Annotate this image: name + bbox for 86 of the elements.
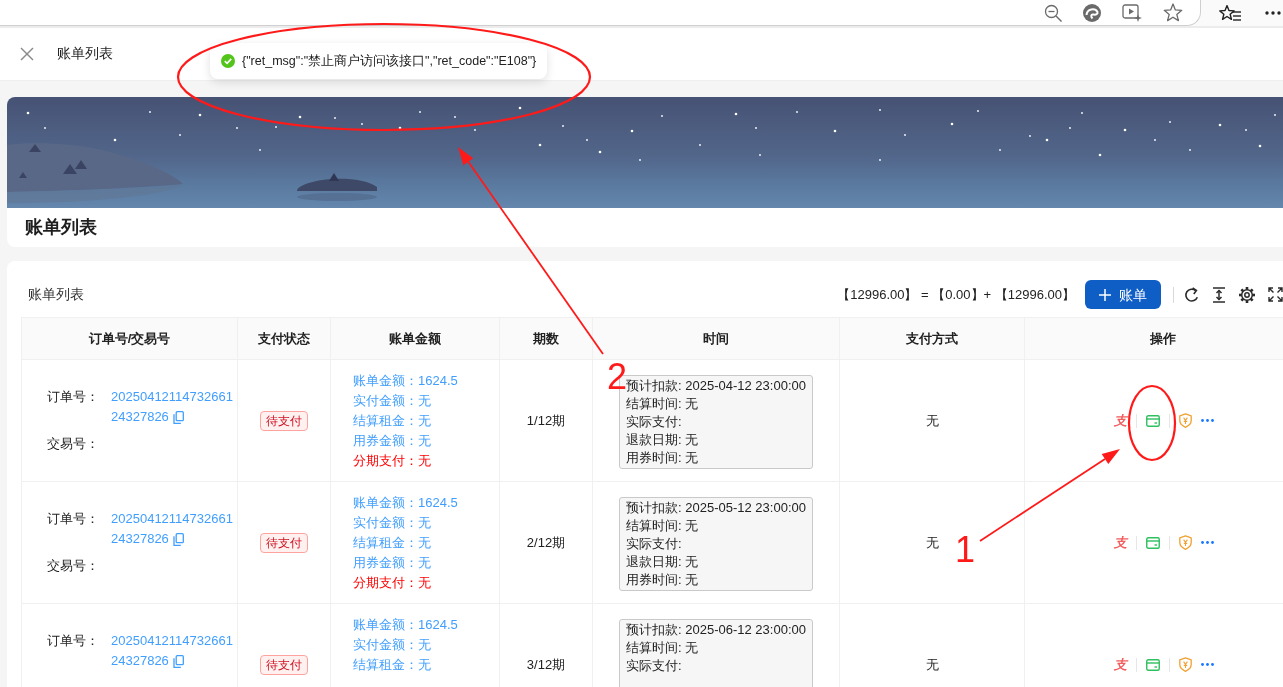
more-icon[interactable] bbox=[1265, 11, 1281, 15]
shield-yen-icon[interactable] bbox=[1178, 535, 1192, 550]
amount-text: 实付金额：无 bbox=[353, 392, 432, 410]
amount-text: 用券金额：无 bbox=[353, 432, 432, 450]
card-icon[interactable] bbox=[1145, 536, 1160, 549]
status-tag: 待支付 bbox=[260, 654, 308, 675]
settings-icon[interactable] bbox=[1238, 285, 1256, 304]
zoom-out-icon[interactable] bbox=[1044, 3, 1062, 22]
close-icon[interactable] bbox=[20, 47, 34, 61]
section-title: 账单列表 bbox=[28, 285, 84, 304]
plus-icon bbox=[1099, 288, 1111, 301]
trade-number-label: 交易号： bbox=[47, 557, 100, 575]
amount-text: 实付金额：无 bbox=[353, 636, 432, 654]
trade-number-label: 交易号： bbox=[47, 435, 100, 453]
page-title: 账单列表 bbox=[24, 216, 98, 239]
shield-yen-icon[interactable] bbox=[1178, 413, 1192, 428]
success-icon bbox=[221, 54, 235, 68]
order-number: 20250412114732661 bbox=[111, 510, 233, 528]
period-text: 3/12期 bbox=[526, 656, 566, 672]
order-number: 24327826 bbox=[111, 408, 169, 426]
pay-link[interactable]: 支 bbox=[1113, 412, 1127, 429]
amount-text: 分期支付：无 bbox=[353, 452, 432, 470]
order-number-label: 订单号： bbox=[47, 632, 100, 650]
time-text: 结算时间: 无 bbox=[626, 517, 700, 535]
payment-method-text: 无 bbox=[925, 656, 939, 672]
order-number: 20250412114732661 bbox=[111, 632, 233, 650]
swirl-icon[interactable] bbox=[1083, 3, 1101, 22]
annotation-number: 1 bbox=[955, 529, 976, 570]
order-number: 24327826 bbox=[111, 530, 169, 548]
time-text: 预计扣款: 2025-04-12 23:00:00 bbox=[626, 377, 806, 395]
time-text: 结算时间: 无 bbox=[626, 395, 700, 413]
amount-summary: 【12996.00】 = 【0.00】+ 【12996.00】 bbox=[837, 285, 1075, 304]
star-icon[interactable] bbox=[1163, 3, 1183, 22]
fullscreen-icon[interactable] bbox=[1268, 287, 1283, 302]
column-header: 期数 bbox=[499, 317, 593, 360]
card-icon[interactable] bbox=[1145, 414, 1160, 427]
time-text: 退款日期: 无 bbox=[626, 431, 700, 449]
play-sparkle-icon[interactable] bbox=[1122, 3, 1142, 22]
payment-method-text: 无 bbox=[925, 534, 939, 550]
copy-icon[interactable] bbox=[172, 532, 184, 546]
amount-text: 结算租金：无 bbox=[353, 534, 432, 552]
time-text: 用券时间: 无 bbox=[626, 449, 700, 467]
period-text: 1/12期 bbox=[526, 412, 566, 428]
time-text: 退款日期: 无 bbox=[626, 553, 700, 571]
order-number-label: 订单号： bbox=[47, 510, 100, 528]
amount-text: 分期支付：无 bbox=[353, 574, 432, 592]
column-header: 支付方式 bbox=[839, 317, 1025, 360]
column-header: 账单金额 bbox=[330, 317, 500, 360]
payment-method-text: 无 bbox=[925, 412, 939, 428]
period-text: 2/12期 bbox=[526, 534, 566, 550]
amount-text: 账单金额：1624.5 bbox=[353, 616, 459, 634]
column-header: 支付状态 bbox=[237, 317, 331, 360]
card-icon[interactable] bbox=[1145, 658, 1160, 671]
column-height-icon[interactable] bbox=[1212, 286, 1226, 303]
amount-text: 结算租金：无 bbox=[353, 412, 432, 430]
shield-yen-icon[interactable] bbox=[1178, 657, 1192, 672]
time-text: 预计扣款: 2025-05-12 23:00:00 bbox=[626, 499, 806, 517]
pay-link[interactable]: 支 bbox=[1113, 534, 1127, 551]
column-header: 时间 bbox=[592, 317, 840, 360]
column-header: 订单号/交易号 bbox=[21, 317, 238, 360]
time-text: 实际支付: bbox=[626, 413, 683, 431]
page-tab[interactable]: 账单列表 bbox=[57, 45, 113, 63]
amount-text: 账单金额：1624.5 bbox=[353, 494, 459, 512]
status-tag: 待支付 bbox=[260, 532, 308, 553]
order-number: 24327826 bbox=[111, 652, 169, 670]
time-text: 预计扣款: 2025-06-12 23:00:00 bbox=[626, 621, 806, 639]
toast-text: {"ret_msg":"禁止商户访问该接口","ret_code":"E108"} bbox=[242, 53, 537, 70]
column-header: 操作 bbox=[1024, 317, 1283, 360]
time-text: 实际支付: bbox=[626, 535, 683, 553]
order-number-label: 订单号： bbox=[47, 388, 100, 406]
amount-text: 账单金额：1624.5 bbox=[353, 372, 459, 390]
order-number: 20250412114732661 bbox=[111, 388, 233, 406]
status-tag: 待支付 bbox=[260, 410, 308, 431]
time-text: 结算时间: 无 bbox=[626, 639, 700, 657]
reload-icon[interactable] bbox=[1184, 286, 1200, 303]
amount-text: 用券金额：无 bbox=[353, 554, 432, 572]
star-list-icon[interactable] bbox=[1219, 4, 1241, 22]
amount-text: 实付金额：无 bbox=[353, 514, 432, 532]
copy-icon[interactable] bbox=[172, 410, 184, 424]
time-text: 用券时间: 无 bbox=[626, 571, 700, 589]
address-bar[interactable] bbox=[0, 0, 1201, 26]
amount-text: 结算租金：无 bbox=[353, 656, 432, 674]
time-text: 实际支付: bbox=[626, 657, 683, 675]
add-bill-button[interactable]: 账单 bbox=[1085, 280, 1161, 309]
pay-link[interactable]: 支 bbox=[1113, 656, 1127, 673]
copy-icon[interactable] bbox=[172, 654, 184, 668]
